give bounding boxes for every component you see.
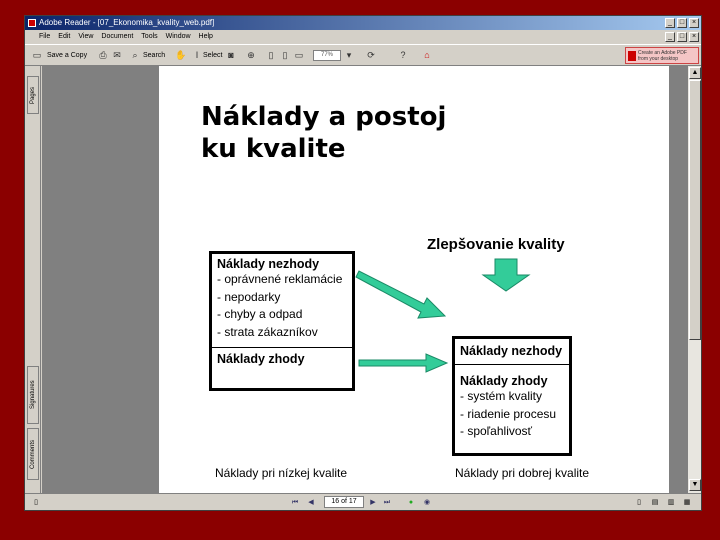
go-forward-icon[interactable]: ◉ — [421, 497, 433, 508]
search-icon[interactable]: ⌕ — [129, 49, 141, 61]
open-folder-icon[interactable]: ▭ — [31, 49, 43, 61]
high-quality-cost-box: Náklady nezhody Náklady zhody - systém k… — [452, 336, 572, 456]
high-conformance-heading: Náklady zhody — [460, 374, 548, 388]
menu-tools[interactable]: Tools — [141, 31, 157, 43]
rotate-icon[interactable]: ⟳ — [365, 49, 377, 61]
select-text-icon[interactable]: I — [191, 49, 203, 61]
select-button[interactable]: Select — [203, 49, 222, 62]
doc-maximize-button[interactable]: □ — [677, 32, 687, 42]
menu-document[interactable]: Document — [101, 31, 133, 43]
single-page-icon[interactable]: ▯ — [633, 497, 645, 508]
tab-signatures[interactable]: Signatures — [27, 366, 39, 424]
continuous-icon[interactable]: ▤ — [649, 497, 661, 508]
menu-file[interactable]: File — [39, 31, 50, 43]
hand-tool-icon[interactable]: ✋ — [175, 49, 187, 61]
snapshot-icon[interactable]: ◙ — [225, 49, 237, 61]
high-item: - riadenie procesu — [460, 406, 557, 421]
search-button[interactable]: Search — [143, 49, 165, 62]
next-page-icon[interactable]: ▶ — [367, 497, 379, 508]
page-number-field[interactable]: 16 of 17 — [324, 496, 364, 508]
last-page-icon[interactable]: ⏭ — [381, 497, 393, 508]
scroll-up-icon[interactable]: ▲ — [689, 67, 701, 79]
adobe-logo-icon[interactable]: ⌂ — [421, 49, 433, 61]
page-size-icon: ▯ — [34, 499, 38, 506]
help-icon[interactable]: ? — [397, 49, 409, 61]
doc-minimize-button[interactable]: _ — [665, 32, 675, 42]
caption-high-quality: Náklady pri dobrej kvalite — [455, 466, 590, 480]
low-item: - oprávnené reklamácie — [217, 272, 343, 286]
tab-comments[interactable]: Comments — [27, 428, 39, 480]
low-item: - nepodarky — [217, 289, 281, 304]
low-quality-cost-box: Náklady nezhody - oprávnené reklamácie -… — [209, 251, 355, 391]
pdf-icon — [628, 51, 636, 61]
high-nonconformance-heading: Náklady nezhody — [460, 344, 563, 358]
doc-close-button[interactable]: × — [689, 32, 699, 42]
high-item: - spoľahlivosť — [460, 424, 533, 438]
fit-page-icon[interactable]: ▯ — [279, 49, 291, 61]
scroll-thumb[interactable] — [689, 80, 701, 340]
document-viewport[interactable]: Náklady a postoj ku kvalite Zlepšovanie … — [42, 66, 687, 493]
continuous-facing-icon[interactable]: ▦ — [681, 497, 693, 508]
close-button[interactable]: × — [689, 18, 699, 28]
caption-low-quality: Náklady pri nízkej kvalite — [215, 466, 348, 480]
low-item: - strata zákazníkov — [217, 324, 318, 339]
fit-width-icon[interactable]: ▭ — [293, 49, 305, 61]
status-bar: ▯ ⏮ ◀ 16 of 17 ▶ ⏭ ● ◉ ▯ ▤ ▥ ▦ — [25, 493, 701, 510]
minimize-button[interactable]: _ — [665, 18, 675, 28]
adobe-pdf-banner[interactable]: Create an Adobe PDF from your desktop — [625, 47, 699, 64]
banner-text: Create an Adobe PDF from your desktop — [638, 50, 687, 62]
menu-view[interactable]: View — [78, 31, 93, 43]
first-page-icon[interactable]: ⏮ — [289, 497, 301, 508]
low-conformance-heading: Náklady zhody — [217, 352, 305, 366]
diagonal-arrow-icon — [355, 270, 447, 319]
menu-bar: File Edit View Document Tools Window Hel… — [25, 31, 701, 43]
tab-pages[interactable]: Pages — [27, 76, 39, 114]
menu-window[interactable]: Window — [166, 31, 191, 43]
app-icon — [28, 19, 36, 27]
down-arrow-icon — [481, 258, 531, 292]
pdf-page: Náklady a postoj ku kvalite Zlepšovanie … — [159, 66, 669, 493]
actual-size-icon[interactable]: ▯ — [265, 49, 277, 61]
print-icon[interactable]: ⎙ — [97, 49, 109, 61]
window-title: Adobe Reader - [07_Ekonomika_kvality_web… — [39, 18, 215, 27]
go-back-icon[interactable]: ● — [405, 497, 417, 508]
navigation-panel: Pages Signatures Comments — [25, 66, 41, 493]
save-copy-button[interactable]: Save a Copy — [47, 49, 87, 62]
right-arrow-icon — [358, 353, 449, 373]
reader-window: Adobe Reader - [07_Ekonomika_kvality_web… — [24, 15, 702, 511]
title-bar: Adobe Reader - [07_Ekonomika_kvality_web… — [25, 16, 701, 30]
zoom-dropdown-icon[interactable]: ▾ — [343, 49, 355, 61]
menu-edit[interactable]: Edit — [58, 31, 70, 43]
maximize-button[interactable]: □ — [677, 18, 687, 28]
zoom-level-field[interactable]: 77% — [313, 50, 341, 61]
menu-help[interactable]: Help — [199, 31, 213, 43]
previous-page-icon[interactable]: ◀ — [305, 497, 317, 508]
toolbar: ▭ Save a Copy ⎙ ✉ ⌕ Search ✋ I Select ◙ … — [25, 44, 701, 66]
low-nonconformance-heading: Náklady nezhody — [217, 257, 320, 271]
scroll-down-icon[interactable]: ▼ — [689, 479, 701, 491]
facing-icon[interactable]: ▥ — [665, 497, 677, 508]
low-item: - chyby a odpad — [217, 307, 303, 321]
vertical-scrollbar[interactable]: ▲ ▼ — [687, 66, 701, 493]
high-item: - systém kvality — [460, 389, 543, 403]
zoom-in-icon[interactable]: ⊕ — [245, 49, 257, 61]
email-icon[interactable]: ✉ — [111, 49, 123, 61]
